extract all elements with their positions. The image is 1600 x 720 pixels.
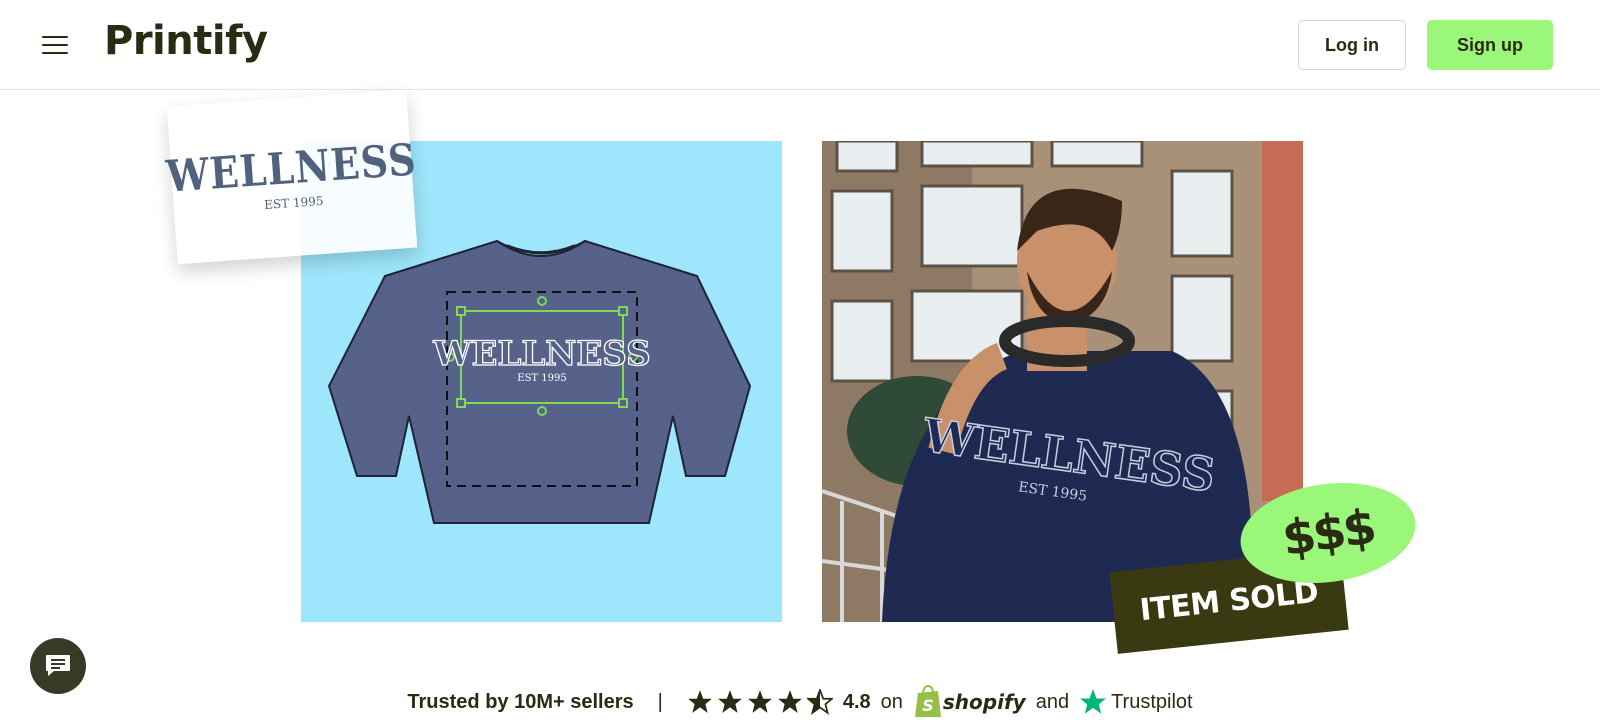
separator: | <box>657 690 663 713</box>
svg-text:S: S <box>922 696 934 715</box>
shopify-text: shopify <box>942 690 1026 714</box>
star-icon <box>687 690 712 713</box>
star-icon <box>777 690 802 713</box>
trust-bar: Trusted by 10M+ sellers | 4.8 on S shopi… <box>0 684 1600 720</box>
model-photo-illustration: WELLNESS EST 1995 <box>822 141 1303 622</box>
rating-stars <box>687 689 833 715</box>
sweater-print-title: WELLNESS <box>432 334 650 374</box>
and-text: and <box>1035 690 1070 713</box>
trustpilot-text: Trustpilot <box>1111 690 1193 713</box>
menu-icon[interactable] <box>42 36 68 56</box>
half-star-icon <box>806 689 833 715</box>
design-card-title: WELLNESS <box>164 132 419 202</box>
rating-value: 4.8 <box>842 690 871 713</box>
login-button[interactable]: Log in <box>1298 20 1406 70</box>
shopify-logo[interactable]: S shopify <box>913 685 1026 719</box>
printify-logo[interactable]: Printify <box>104 18 268 64</box>
design-card-subtitle: EST 1995 <box>263 193 324 212</box>
top-navbar: Printify Log in Sign up <box>0 0 1600 90</box>
chat-icon <box>46 655 70 676</box>
trustpilot-logo[interactable]: Trustpilot <box>1079 688 1193 716</box>
design-card: WELLNESS EST 1995 <box>164 89 419 265</box>
signup-button[interactable]: Sign up <box>1427 20 1553 70</box>
trusted-text: Trusted by 10M+ sellers <box>407 690 634 713</box>
on-text: on <box>880 690 903 713</box>
trustpilot-star-icon <box>1080 689 1106 714</box>
product-photo: WELLNESS EST 1995 <box>822 141 1303 622</box>
shopify-bag-icon: S <box>914 685 941 717</box>
star-icon <box>717 690 742 713</box>
star-icon <box>747 690 772 713</box>
sweater-print-subtitle: EST 1995 <box>517 373 566 384</box>
